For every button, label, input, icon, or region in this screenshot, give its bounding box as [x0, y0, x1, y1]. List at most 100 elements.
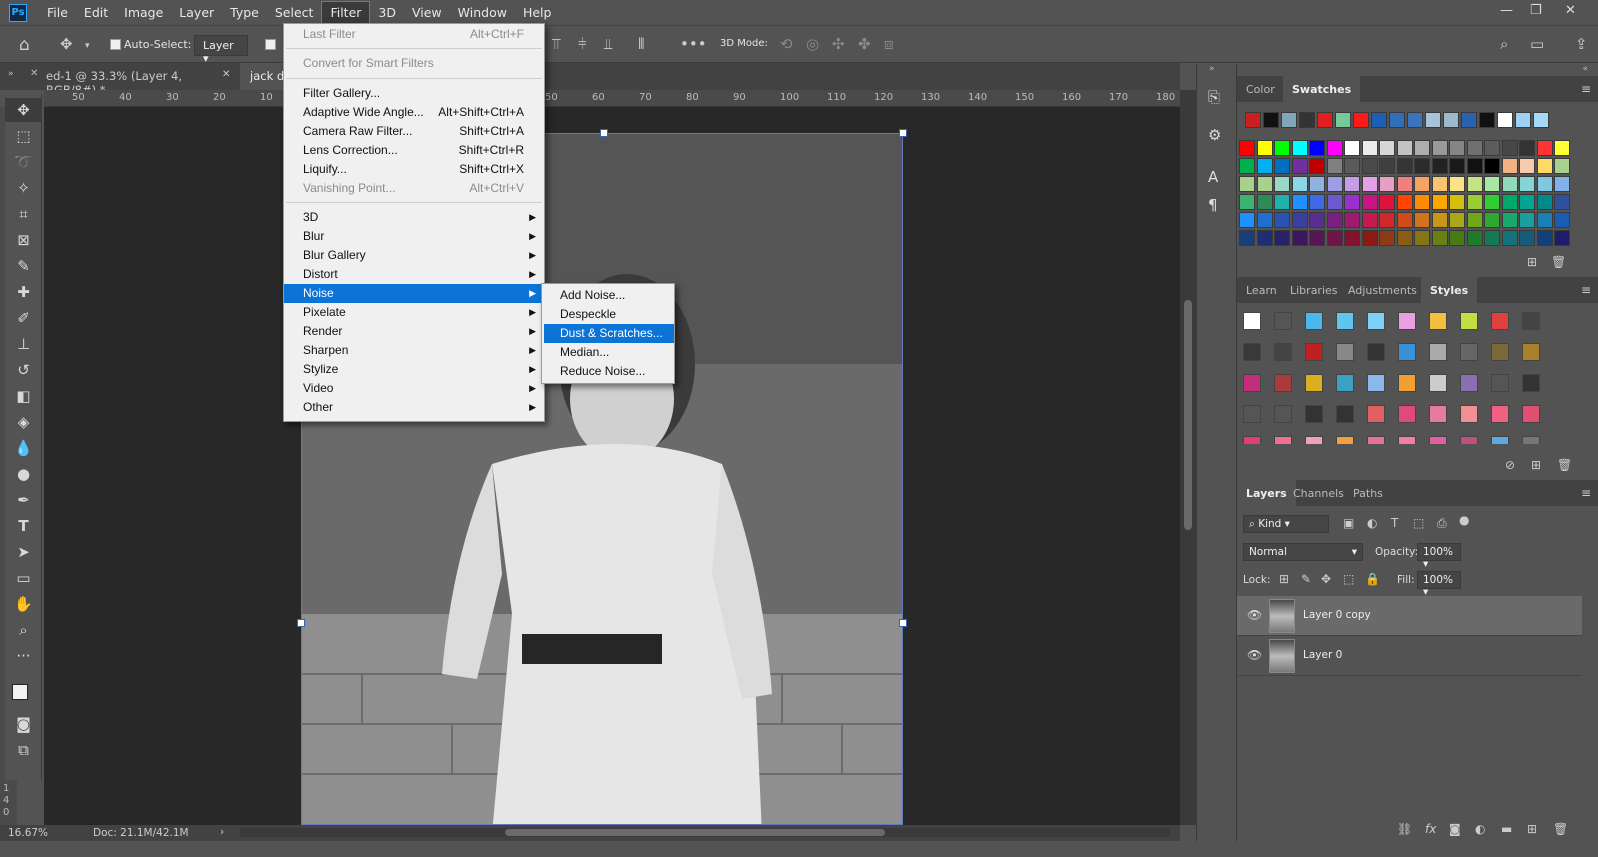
swatch[interactable]	[1291, 140, 1308, 156]
style-preset[interactable]	[1305, 312, 1323, 330]
swatch[interactable]	[1396, 158, 1413, 174]
eraser-tool-icon[interactable]: ◧	[5, 384, 42, 408]
adjustment-layer-icon[interactable]: ◐	[1475, 822, 1485, 836]
crop-tool-icon[interactable]: ⌗	[5, 202, 42, 226]
tab-color[interactable]: Color	[1237, 76, 1284, 102]
align-bottom-icon[interactable]: ⫫	[604, 35, 612, 53]
pen-tool-icon[interactable]: ✒	[5, 488, 42, 512]
swatch[interactable]	[1326, 194, 1343, 210]
lock-artboard-icon[interactable]: ⬚	[1343, 572, 1354, 586]
swatch[interactable]	[1361, 194, 1378, 210]
swatch[interactable]	[1239, 230, 1255, 246]
swatch[interactable]	[1501, 176, 1518, 192]
style-preset[interactable]	[1398, 405, 1416, 423]
menu-window[interactable]: Window	[450, 2, 515, 23]
new-group-icon[interactable]: ▬	[1501, 822, 1512, 836]
swatch[interactable]	[1309, 176, 1325, 192]
menu-layer[interactable]: Layer	[171, 2, 222, 23]
style-preset[interactable]	[1491, 436, 1509, 444]
filter-adaptive-wide-angle[interactable]: Adaptive Wide Angle... Alt+Shift+Ctrl+A	[284, 103, 544, 122]
pan-3d-icon[interactable]: ✣	[832, 35, 845, 53]
fx-icon[interactable]: fx	[1425, 822, 1436, 836]
hand-tool-icon[interactable]: ✋	[5, 592, 42, 616]
move-tool-icon[interactable]: ✥	[60, 35, 73, 53]
new-swatch-icon[interactable]: ⊞	[1527, 255, 1537, 269]
transform-handle[interactable]	[899, 619, 907, 627]
share-icon[interactable]: ⇪	[1575, 35, 1588, 53]
brush-tool-icon[interactable]: ✐	[5, 306, 42, 330]
swatch[interactable]	[1256, 176, 1273, 192]
recent-swatch[interactable]	[1533, 112, 1549, 128]
slide-3d-icon[interactable]: ✤	[858, 35, 871, 53]
roll-3d-icon[interactable]: ◎	[806, 35, 819, 53]
swatch[interactable]	[1379, 194, 1395, 210]
noise-median[interactable]: Median...	[544, 343, 674, 362]
panel-menu-icon[interactable]: ≡	[1581, 82, 1591, 96]
swatch[interactable]	[1344, 230, 1360, 246]
swatch[interactable]	[1466, 230, 1483, 246]
lasso-tool-icon[interactable]: ➰	[5, 150, 42, 174]
swatch[interactable]	[1449, 230, 1465, 246]
style-preset[interactable]	[1367, 312, 1385, 330]
recent-swatch[interactable]	[1335, 112, 1351, 128]
zoom-tool-icon[interactable]: ⌕	[5, 618, 42, 642]
swatch[interactable]	[1309, 158, 1325, 174]
swatch[interactable]	[1449, 194, 1465, 210]
dodge-tool-icon[interactable]: ●	[5, 462, 42, 486]
visibility-eye-icon[interactable]: 👁	[1247, 648, 1262, 662]
recent-swatch[interactable]	[1479, 112, 1495, 128]
lock-position-icon[interactable]: ✥	[1321, 572, 1331, 586]
swatch[interactable]	[1256, 230, 1273, 246]
style-preset[interactable]	[1336, 436, 1354, 444]
tab-paths[interactable]: Paths	[1344, 480, 1392, 506]
filter-vanishing-point[interactable]: Vanishing Point... Alt+Ctrl+V	[284, 179, 544, 198]
swatch[interactable]	[1431, 194, 1448, 210]
recent-swatch[interactable]	[1425, 112, 1441, 128]
swatch[interactable]	[1431, 176, 1448, 192]
menu-3d[interactable]: 3D	[370, 2, 404, 23]
delete-style-icon[interactable]: 🗑	[1557, 458, 1572, 472]
recent-swatch[interactable]	[1281, 112, 1297, 128]
swatch[interactable]	[1554, 158, 1570, 174]
style-preset[interactable]	[1522, 405, 1540, 423]
recent-swatch[interactable]	[1443, 112, 1459, 128]
swatch[interactable]	[1239, 212, 1255, 228]
style-preset[interactable]	[1243, 436, 1261, 444]
zoom-level[interactable]: 16.67%	[8, 827, 48, 839]
style-preset[interactable]	[1336, 343, 1354, 361]
more-tools-icon[interactable]: ···	[5, 644, 42, 668]
swatch[interactable]	[1554, 212, 1570, 228]
minimize-icon[interactable]: —	[1500, 3, 1513, 18]
tab-styles[interactable]: Styles	[1421, 277, 1478, 303]
path-select-icon[interactable]: ➤	[5, 540, 42, 564]
swatch[interactable]	[1344, 158, 1360, 174]
filter-smart-object-icon[interactable]: ⎙	[1437, 516, 1447, 531]
filter-stylize[interactable]: Stylize ▶	[284, 360, 544, 379]
filter-convert-smart[interactable]: Convert for Smart Filters	[284, 54, 544, 73]
filter-lens-correction[interactable]: Lens Correction... Shift+Ctrl+R	[284, 141, 544, 160]
paragraph-panel-icon[interactable]: ¶	[1208, 196, 1218, 214]
align-middle-icon[interactable]: ⫩	[578, 35, 587, 53]
swatch[interactable]	[1309, 140, 1325, 156]
blur-tool-icon[interactable]: 💧	[5, 436, 42, 460]
swatch[interactable]	[1256, 158, 1273, 174]
swatch[interactable]	[1256, 212, 1273, 228]
style-preset[interactable]	[1491, 343, 1509, 361]
delete-layer-icon[interactable]: 🗑	[1553, 822, 1568, 836]
swatch[interactable]	[1484, 230, 1500, 246]
swatch[interactable]	[1414, 176, 1430, 192]
swatch[interactable]	[1449, 212, 1465, 228]
noise-add-noise[interactable]: Add Noise...	[544, 286, 674, 305]
rectangle-tool-icon[interactable]: ▭	[5, 566, 42, 590]
style-preset[interactable]	[1429, 374, 1447, 392]
filter-last-filter[interactable]: Last Filter Alt+Ctrl+F	[284, 25, 544, 44]
filter-sharpen[interactable]: Sharpen ▶	[284, 341, 544, 360]
swatch[interactable]	[1256, 140, 1273, 156]
distribute-icon[interactable]: ⦀	[638, 35, 645, 53]
tab-channels[interactable]: Channels	[1284, 480, 1353, 506]
recent-swatch[interactable]	[1299, 112, 1315, 128]
filter-shape-icon[interactable]: ⬚	[1413, 516, 1424, 530]
foreground-color-swatch[interactable]	[12, 684, 28, 700]
style-preset[interactable]	[1398, 374, 1416, 392]
swatch[interactable]	[1536, 212, 1553, 228]
